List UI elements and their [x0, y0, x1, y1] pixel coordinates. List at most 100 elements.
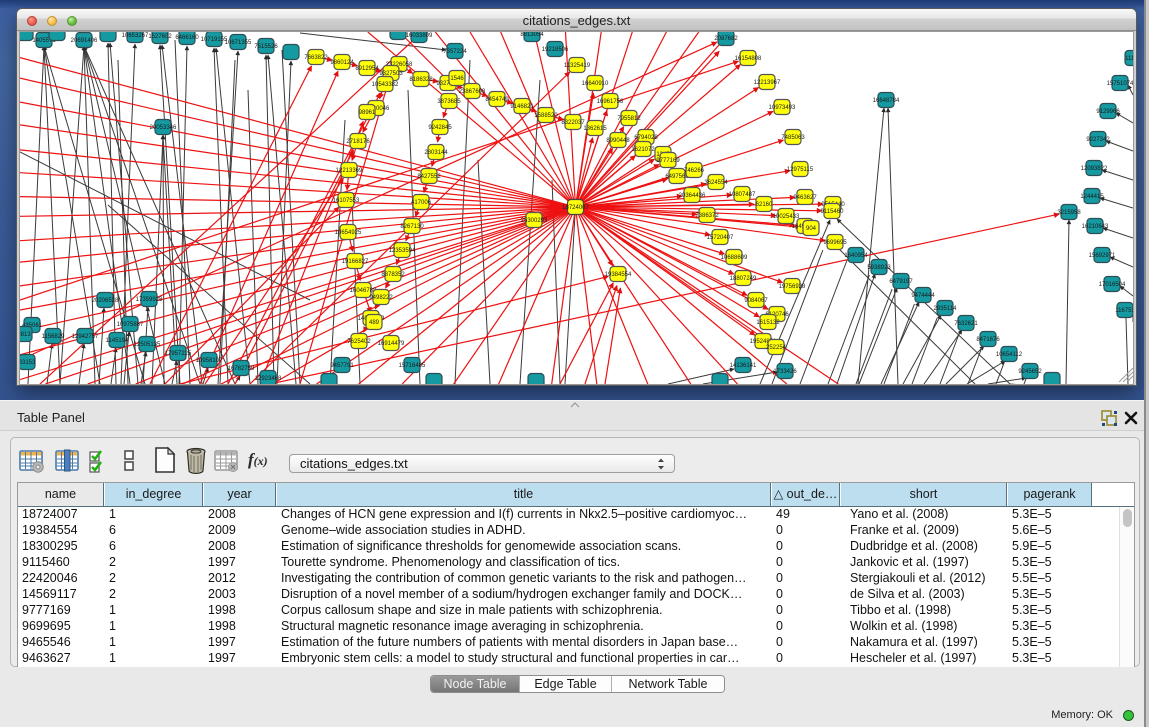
svg-text:6794028: 6794028 — [634, 135, 658, 141]
svg-text:9242845: 9242845 — [428, 125, 452, 131]
svg-text:7485063: 7485063 — [781, 135, 805, 141]
svg-text:19384554: 19384554 — [605, 272, 632, 278]
svg-text:7625402: 7625402 — [347, 339, 371, 345]
svg-text:10543382: 10543382 — [372, 82, 399, 88]
svg-text:10807487: 10807487 — [729, 192, 756, 198]
svg-text:12975115: 12975115 — [787, 167, 814, 173]
svg-text:19218506: 19218506 — [542, 47, 569, 53]
svg-text:10654925: 10654925 — [335, 230, 362, 236]
svg-text:17957225: 17957225 — [165, 351, 192, 357]
svg-text:9227342: 9227342 — [1086, 137, 1110, 143]
svg-text:9474444: 9474444 — [911, 293, 935, 299]
svg-text:19756928: 19756928 — [779, 284, 806, 290]
svg-text:8427552: 8427552 — [417, 174, 441, 180]
svg-text:9777169: 9777169 — [656, 158, 680, 164]
svg-text:16154808: 16154808 — [735, 56, 762, 62]
svg-text:12505135: 12505135 — [134, 342, 161, 348]
svg-text:98961: 98961 — [359, 110, 376, 116]
svg-text:16210643: 16210643 — [1082, 224, 1109, 230]
svg-text:10688609: 10688609 — [721, 255, 748, 261]
svg-text:6479197: 6479197 — [889, 279, 913, 285]
svg-text:16033809: 16033809 — [406, 33, 433, 39]
svg-text:18807249: 18807249 — [730, 276, 757, 282]
svg-text:11325419: 11325419 — [564, 63, 591, 69]
svg-text:8454749: 8454749 — [485, 97, 509, 103]
svg-text:9463627: 9463627 — [793, 195, 817, 201]
svg-text:6466160: 6466160 — [175, 35, 199, 41]
svg-text:8322037: 8322037 — [561, 120, 585, 126]
svg-text:1640954: 1640954 — [844, 253, 868, 259]
svg-text:1546: 1546 — [450, 76, 464, 82]
svg-text:417006: 417006 — [411, 200, 432, 206]
svg-text:2935114: 2935114 — [934, 306, 958, 312]
svg-text:15716485: 15716485 — [399, 363, 426, 369]
svg-text:16782759: 16782759 — [228, 366, 255, 372]
svg-text:2813: 2813 — [20, 332, 31, 338]
svg-text:7632621: 7632621 — [954, 321, 978, 327]
svg-text:3873685: 3873685 — [437, 99, 461, 105]
svg-text:8912954: 8912954 — [355, 66, 379, 72]
svg-text:18724007: 18724007 — [562, 205, 589, 211]
svg-text:16914479: 16914479 — [378, 341, 405, 347]
svg-text:7357224: 7357224 — [443, 49, 467, 55]
svg-text:1733426: 1733426 — [773, 369, 797, 375]
svg-text:12213369: 12213369 — [336, 168, 363, 174]
svg-text:12353594: 12353594 — [389, 248, 416, 254]
svg-text:10975887: 10975887 — [117, 322, 144, 328]
svg-text:9699695: 9699695 — [823, 240, 847, 246]
svg-text:9245652: 9245652 — [1018, 369, 1042, 375]
svg-text:7386372: 7386372 — [695, 213, 719, 219]
svg-text:17016504: 17016504 — [1099, 282, 1126, 288]
svg-text:33153: 33153 — [20, 360, 36, 366]
svg-text:15751074: 15751074 — [1107, 81, 1133, 87]
svg-text:10671355: 10671355 — [225, 40, 252, 46]
svg-text:17359928: 17359928 — [136, 297, 163, 303]
svg-text:20206528: 20206528 — [92, 298, 119, 304]
svg-text:10973493: 10973493 — [769, 105, 796, 111]
svg-text:1145194: 1145194 — [106, 338, 130, 344]
svg-text:1621072: 1621072 — [631, 147, 655, 153]
svg-text:16648784: 16648784 — [873, 98, 900, 104]
svg-text:7955812: 7955812 — [617, 116, 641, 122]
svg-text:1588520: 1588520 — [534, 113, 558, 119]
svg-text:7663822: 7663822 — [304, 55, 328, 61]
svg-text:252254: 252254 — [766, 345, 787, 351]
svg-text:9084067: 9084067 — [744, 298, 768, 304]
svg-text:25300293: 25300293 — [521, 218, 548, 224]
svg-text:746266: 746266 — [684, 168, 705, 174]
svg-text:2087682: 2087682 — [714, 36, 738, 42]
svg-text:14136141: 14136141 — [730, 363, 757, 369]
svg-text:7515526: 7515526 — [254, 44, 278, 50]
svg-text:15692971: 15692971 — [1089, 253, 1116, 259]
svg-text:62160: 62160 — [756, 202, 773, 208]
svg-text:1527602: 1527602 — [148, 34, 172, 40]
svg-text:20691406: 20691406 — [71, 38, 98, 44]
svg-text:10958107: 10958107 — [196, 358, 223, 364]
svg-text:1362615: 1362615 — [583, 126, 607, 132]
svg-text:489: 489 — [369, 320, 380, 326]
svg-text:12093822: 12093822 — [1081, 166, 1108, 172]
svg-text:9498222: 9498222 — [369, 295, 393, 301]
svg-text:3624554: 3624554 — [704, 180, 728, 186]
svg-text:8990448: 8990448 — [606, 138, 630, 144]
svg-text:12213967: 12213967 — [754, 80, 781, 86]
svg-text:16640910: 16640910 — [582, 81, 609, 87]
svg-text:10654112: 10654112 — [996, 352, 1023, 358]
svg-text:3215958: 3215958 — [1057, 210, 1081, 216]
svg-text:20053346: 20053346 — [150, 125, 177, 131]
svg-text:8813054: 8813054 — [520, 32, 544, 38]
svg-text:1615132: 1615132 — [756, 320, 780, 326]
svg-text:8267130: 8267130 — [400, 224, 424, 230]
svg-text:8878352: 8878352 — [381, 272, 405, 278]
svg-text:11171: 11171 — [1125, 56, 1133, 62]
svg-text:10653267: 10653267 — [122, 33, 149, 39]
svg-text:2718176: 2718176 — [346, 139, 370, 145]
svg-text:8186328: 8186328 — [409, 77, 433, 83]
svg-text:12942757: 12942757 — [72, 334, 99, 340]
svg-text:19166827: 19166827 — [342, 259, 369, 265]
svg-text:904: 904 — [806, 226, 817, 232]
svg-text:9115460: 9115460 — [821, 209, 845, 215]
svg-text:2803144: 2803144 — [424, 150, 448, 156]
svg-text:8471676: 8471676 — [976, 337, 1000, 343]
svg-text:9129966: 9129966 — [1096, 109, 1120, 115]
